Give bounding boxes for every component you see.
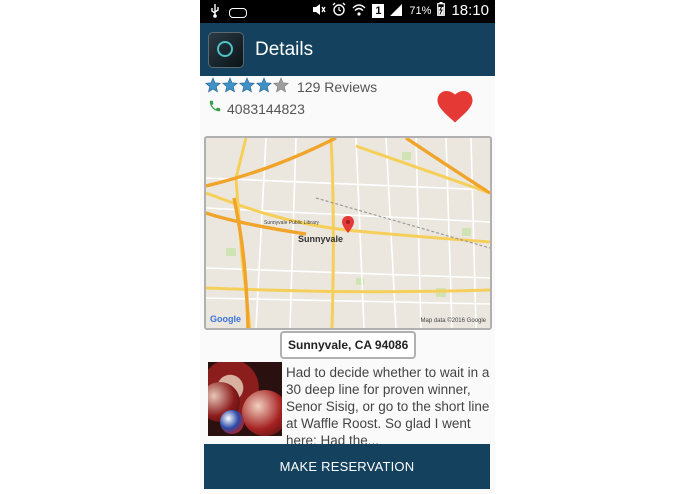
mute-icon xyxy=(312,3,326,19)
map-credit: Map data ©2016 Google xyxy=(420,318,486,324)
location-map[interactable]: Sunnyvale Sunnyvale Public Library Googl… xyxy=(204,136,492,330)
phone-icon xyxy=(208,99,222,118)
battery-percent: 71% xyxy=(409,4,432,17)
status-bar: 1 71% 18:10 xyxy=(200,0,495,23)
rating-stars xyxy=(204,77,290,97)
phone-number-row[interactable]: 4083144823 xyxy=(208,99,305,118)
review-snippet[interactable]: Had to decide whether to wait in a 30 de… xyxy=(286,364,490,449)
reviews-count[interactable]: 129 Reviews xyxy=(297,79,377,95)
alarm-icon xyxy=(332,2,346,19)
review-image[interactable] xyxy=(208,362,282,436)
phone-screen: 1 71% 18:10 Details 129 Reviews 40831448… xyxy=(200,0,495,494)
map-city-label: Sunnyvale xyxy=(298,234,344,244)
app-logo-icon[interactable] xyxy=(208,32,244,68)
page-title: Details xyxy=(255,39,314,60)
usb-icon xyxy=(210,4,220,21)
star-empty-icon xyxy=(272,77,290,97)
clock: 18:10 xyxy=(451,2,489,19)
voicemail-icon xyxy=(229,7,247,18)
star-filled-icon xyxy=(204,77,222,97)
map-canvas xyxy=(206,138,490,328)
address-chip[interactable]: Sunnyvale, CA 94086 xyxy=(280,331,417,359)
review-image-ball xyxy=(242,390,282,436)
phone-number: 4083144823 xyxy=(227,100,305,117)
heart-icon xyxy=(437,91,473,123)
wifi-icon xyxy=(352,3,366,19)
star-filled-icon xyxy=(221,77,239,97)
battery-icon xyxy=(437,2,446,19)
status-left xyxy=(210,4,247,21)
status-right: 1 71% 18:10 xyxy=(312,2,489,19)
signal-icon xyxy=(390,3,403,19)
star-filled-icon xyxy=(255,77,273,97)
review-image-ball xyxy=(220,410,244,434)
app-bar: Details xyxy=(200,23,495,76)
favorite-button[interactable] xyxy=(434,85,476,125)
google-logo: Google xyxy=(210,314,241,324)
star-filled-icon xyxy=(238,77,256,97)
sim-1-icon: 1 xyxy=(372,3,385,18)
map-library-label: Sunnyvale Public Library xyxy=(264,220,320,226)
make-reservation-button[interactable]: MAKE RESERVATION xyxy=(204,444,490,489)
